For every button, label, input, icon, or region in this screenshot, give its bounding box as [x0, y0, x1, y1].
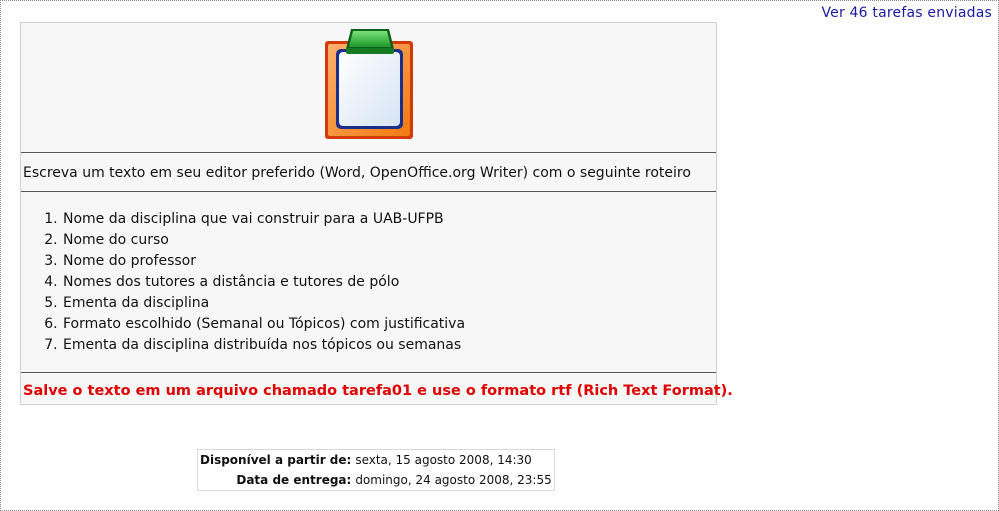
table-row: Disponível a partir de: sexta, 15 agosto… — [198, 450, 555, 471]
warning-text: Salve o texto em um arquivo chamado tare… — [23, 383, 733, 399]
available-from-value: sexta, 15 agosto 2008, 14:30 — [355, 453, 532, 467]
due-date-value: domingo, 24 agosto 2008, 23:55 — [355, 473, 552, 487]
list-item: Ementa da disciplina distribuída nos tóp… — [62, 335, 465, 356]
divider-bottom — [21, 372, 716, 373]
view-submissions-link[interactable]: Ver 46 tarefas enviadas — [821, 5, 992, 21]
divider-middle — [21, 191, 716, 192]
list-item: Nome da disciplina que vai construir par… — [62, 209, 465, 230]
list-item: Nome do curso — [62, 230, 465, 251]
list-item: Ementa da disciplina — [62, 293, 465, 314]
list-item: Formato escolhido (Semanal ou Tópicos) c… — [62, 314, 465, 335]
list-item: Nome do professor — [62, 251, 465, 272]
dates-table: Disponível a partir de: sexta, 15 agosto… — [197, 449, 555, 491]
steps-list: Nome da disciplina que vai construir par… — [21, 209, 465, 356]
divider-top — [21, 152, 716, 153]
assignment-instructions: Escreva um texto em seu editor preferido… — [23, 165, 691, 181]
due-date-label: Data de entrega: — [236, 473, 352, 487]
assignment-intro-box: Escreva um texto em seu editor preferido… — [20, 22, 733, 405]
list-item: Nomes dos tutores a distância e tutores … — [62, 272, 465, 293]
clipboard-icon — [325, 29, 413, 139]
table-row: Data de entrega: domingo, 24 agosto 2008… — [198, 470, 555, 491]
available-from-label: Disponível a partir de: — [200, 453, 352, 467]
